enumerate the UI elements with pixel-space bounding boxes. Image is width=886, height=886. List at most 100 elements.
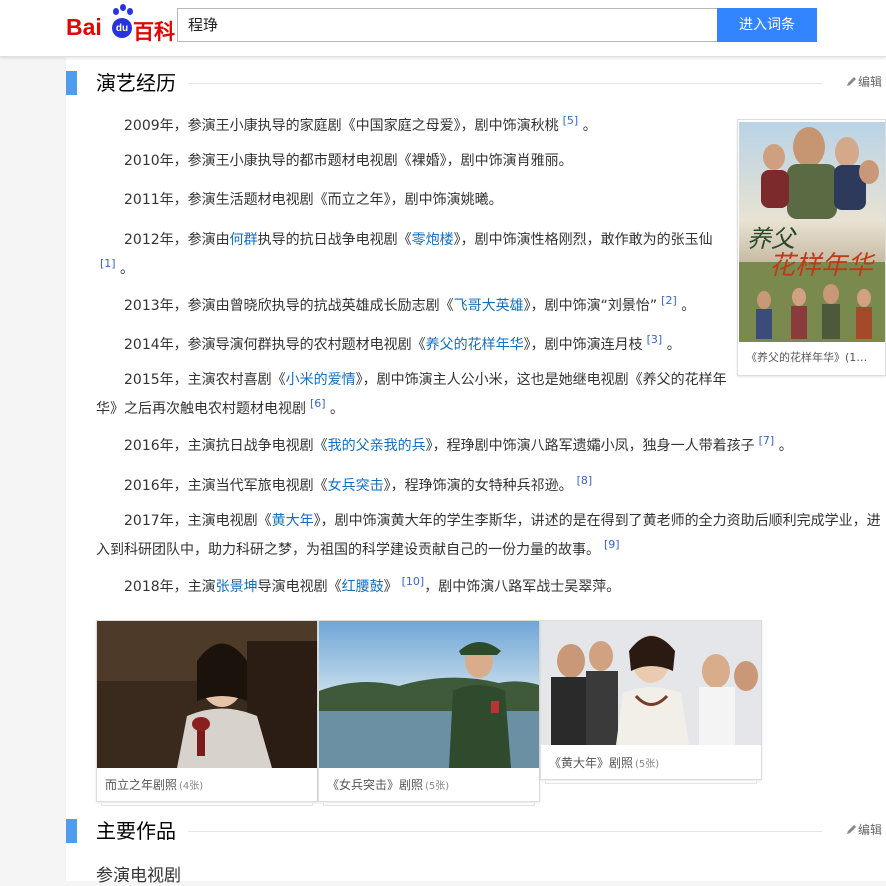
paragraph-text: 》 bbox=[383, 579, 398, 595]
paragraph-text: 执导的抗日战争电视剧《 bbox=[257, 232, 412, 248]
drama-link[interactable]: 我的父亲我的兵 bbox=[328, 438, 426, 454]
career-paragraph-2011: 2011年，参演生活题材电视剧《而立之年》，剧中饰演姚曦。 bbox=[96, 188, 731, 212]
top-header: Bai du 百科 程琤 进入词条 bbox=[0, 0, 886, 57]
drama-link[interactable]: 飞哥大英雄 bbox=[454, 298, 524, 314]
paragraph-text: 2011年，参演生活题材电视剧《而立之年》，剧中饰演姚曦。 bbox=[124, 192, 503, 208]
svg-text:养父: 养父 bbox=[747, 225, 797, 253]
paragraph-text: 。 bbox=[330, 401, 345, 417]
logo-bai-text: Bai bbox=[66, 14, 102, 40]
gallery-photo bbox=[541, 621, 761, 745]
section-title: 主要作品 bbox=[96, 819, 176, 843]
career-paragraph-2017: 2017年，主演电视剧《黄大年》，剧中饰演黄大年的学生李斯华，讲述的是在得到了黄… bbox=[96, 509, 886, 562]
paragraph-text: 。 bbox=[681, 298, 696, 314]
reference-link[interactable]: [7] bbox=[759, 434, 775, 447]
paragraph-text: 》，剧中饰演连月枝 bbox=[523, 337, 643, 353]
paragraph-text: 》，剧中饰演性格刚烈，敢作敢为的张玉仙 bbox=[453, 232, 713, 248]
svg-text:花样年华: 花样年华 bbox=[769, 251, 876, 281]
gallery-count: (4张) bbox=[179, 781, 204, 792]
baidu-paw-toe-icon bbox=[127, 8, 133, 15]
edit-label: 编辑 bbox=[858, 75, 883, 89]
paragraph-text: 2010年，参演王小康执导的都市题材电视剧《裸婚》，剧中饰演肖雅丽。 bbox=[124, 153, 573, 169]
paragraph-text: 。 bbox=[582, 118, 597, 134]
article-content: 演艺经历 编辑 2009年，参演王小康执导的家庭剧《中国家庭之母爱》，剧中饰演秋… bbox=[66, 57, 886, 886]
paragraph-text: 2016年，主演抗日战争电视剧《 bbox=[124, 438, 328, 454]
edit-link[interactable]: 编辑 bbox=[846, 822, 882, 838]
paragraph-text: 2014年，参演导演何群执导的农村题材电视剧《 bbox=[124, 337, 426, 353]
drama-link[interactable]: 养父的花样年华 bbox=[426, 337, 524, 353]
section-divider bbox=[188, 831, 822, 832]
paragraph-text: 导演电视剧《 bbox=[257, 579, 342, 595]
section-title: 演艺经历 bbox=[96, 71, 176, 95]
poster-card[interactable]: 养父 花样年华 《养父的花样年华》(1… bbox=[737, 119, 886, 376]
drama-link[interactable]: 零炮楼 bbox=[412, 232, 454, 248]
edit-label: 编辑 bbox=[858, 823, 883, 837]
gallery-count: (5张) bbox=[425, 781, 450, 792]
reference-link[interactable]: [2] bbox=[661, 294, 677, 307]
paragraph-text: 。 bbox=[778, 438, 793, 454]
reference-link[interactable]: [10] bbox=[402, 575, 425, 588]
reference-link[interactable]: [1] bbox=[100, 257, 116, 270]
drama-link[interactable]: 女兵突击 bbox=[328, 478, 384, 494]
career-paragraph-2014: 2014年，参演导演何群执导的农村题材电视剧《养父的花样年华》，剧中饰演连月枝 [… bbox=[96, 328, 731, 357]
enter-entry-button[interactable]: 进入词条 bbox=[717, 8, 817, 42]
baidu-paw-icon bbox=[113, 8, 119, 15]
gallery-photo bbox=[319, 621, 539, 768]
reference-link[interactable]: [5] bbox=[563, 114, 579, 127]
baidu-paw-toe-icon bbox=[120, 4, 126, 11]
gallery-caption-text: 《女兵突击》剧照 bbox=[327, 778, 424, 792]
left-gutter bbox=[0, 57, 66, 881]
drama-link[interactable]: 黄大年 bbox=[272, 513, 314, 529]
subheading-tv-dramas: 参演电视剧 bbox=[96, 866, 181, 886]
career-paragraph-2018: 2018年，主演张景坤导演电视剧《红腰鼓》 [10]，剧中饰演八路军战士吴翠萍。 bbox=[96, 570, 816, 599]
album-stack-edge bbox=[545, 781, 757, 784]
career-paragraph-2015: 2015年，主演农村喜剧《小米的爱情》，剧中饰演主人公小米，这也是她继电视剧《养… bbox=[96, 368, 731, 421]
paragraph-text: 》，程琤剧中饰演八路军遗孀小凤，独身一人带着孩子 bbox=[425, 438, 755, 454]
search-input[interactable]: 程琤 bbox=[177, 8, 718, 42]
paragraph-text: 。 bbox=[120, 261, 135, 277]
career-paragraph-2010: 2010年，参演王小康执导的都市题材电视剧《裸婚》，剧中饰演肖雅丽。 bbox=[96, 149, 731, 173]
gallery-caption: 而立之年剧照 (4张) bbox=[105, 776, 203, 793]
gallery-album-erlizhinian[interactable]: 而立之年剧照 (4张) bbox=[96, 620, 318, 806]
career-paragraph-2016b: 2016年，主演当代军旅电视剧《女兵突击》，程琤饰演的女特种兵祁逊。 [8] bbox=[96, 469, 816, 498]
section-header-works: 主要作品 编辑 bbox=[66, 817, 886, 847]
pencil-icon bbox=[847, 77, 856, 86]
career-paragraph-2012: 2012年，参演由何群执导的抗日战争电视剧《零炮楼》，剧中饰演性格刚烈，敢作敢为… bbox=[96, 228, 731, 281]
reference-link[interactable]: [3] bbox=[647, 333, 663, 346]
section-accent-bar bbox=[66, 71, 77, 95]
paragraph-text: 2009年，参演王小康执导的家庭剧《中国家庭之母爱》，剧中饰演秋桃 bbox=[124, 118, 559, 134]
album-stack-edge bbox=[323, 803, 535, 806]
section-accent-bar bbox=[66, 819, 77, 843]
person-link[interactable]: 张景坤 bbox=[216, 579, 258, 595]
section-header-career: 演艺经历 编辑 bbox=[66, 69, 886, 99]
gallery-caption: 《女兵突击》剧照 (5张) bbox=[327, 776, 449, 793]
drama-link[interactable]: 小米的爱情 bbox=[286, 372, 356, 388]
drama-link[interactable]: 红腰鼓 bbox=[342, 579, 384, 595]
gallery-album-huangdanian[interactable]: 《黄大年》剧照 (5张) bbox=[540, 620, 762, 784]
paragraph-text: 》，剧中饰演“刘景怡” bbox=[523, 298, 658, 314]
career-paragraph-2009: 2009年，参演王小康执导的家庭剧《中国家庭之母爱》，剧中饰演秋桃 [5] 。 bbox=[96, 109, 731, 138]
section-divider bbox=[188, 83, 822, 84]
gallery-photo bbox=[97, 621, 317, 768]
pencil-icon bbox=[847, 825, 856, 834]
gallery-album-nvbingtuji[interactable]: 《女兵突击》剧照 (5张) bbox=[318, 620, 540, 806]
baidu-baike-logo[interactable]: Bai du 百科 bbox=[66, 4, 176, 46]
paragraph-text: 2016年，主演当代军旅电视剧《 bbox=[124, 478, 328, 494]
paragraph-text: 2017年，主演电视剧《 bbox=[124, 513, 272, 529]
edit-link[interactable]: 编辑 bbox=[846, 74, 882, 90]
reference-link[interactable]: [6] bbox=[310, 397, 326, 410]
reference-link[interactable]: [8] bbox=[577, 474, 593, 487]
reference-link[interactable]: [9] bbox=[604, 538, 620, 551]
career-paragraph-2016a: 2016年，主演抗日战争电视剧《我的父亲我的兵》，程琤剧中饰演八路军遗孀小凤，独… bbox=[96, 429, 816, 458]
paragraph-text: 。 bbox=[666, 337, 681, 353]
paragraph-text: 2012年，参演由 bbox=[124, 232, 230, 248]
poster-caption: 《养父的花样年华》(1… bbox=[746, 351, 868, 364]
paragraph-text: 2013年，参演由曾晓欣执导的抗战英雄成长励志剧《 bbox=[124, 298, 454, 314]
paragraph-text: 2015年，主演农村喜剧《 bbox=[124, 372, 286, 388]
logo-du-text: du bbox=[112, 18, 132, 38]
paragraph-text: 2018年，主演 bbox=[124, 579, 216, 595]
paragraph-text: 》，程琤饰演的女特种兵祁逊。 bbox=[383, 478, 573, 494]
gallery-caption-text: 而立之年剧照 bbox=[105, 778, 178, 792]
person-link[interactable]: 何群 bbox=[230, 232, 258, 248]
album-stack-edge bbox=[101, 803, 313, 806]
career-paragraph-2013: 2013年，参演由曾晓欣执导的抗战英雄成长励志剧《飞哥大英雄》，剧中饰演“刘景怡… bbox=[96, 289, 731, 318]
